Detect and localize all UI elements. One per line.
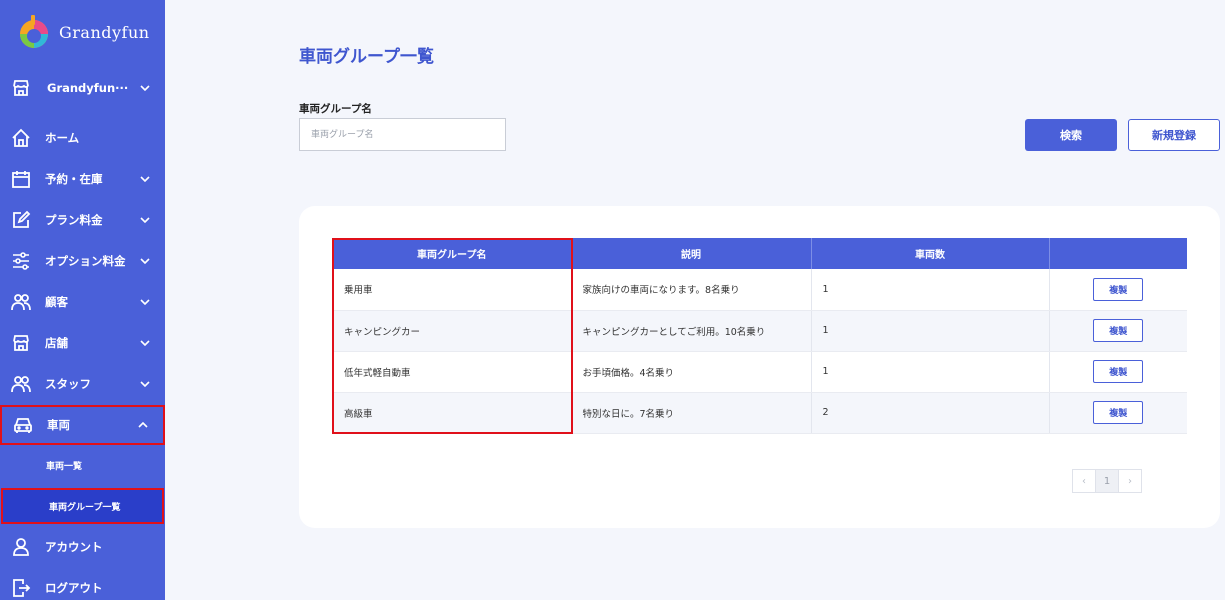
vehicle-group-name-input[interactable]	[299, 118, 506, 151]
chevron-down-icon	[139, 255, 151, 267]
sidebar-item-label: プラン料金	[45, 213, 103, 227]
cell-count: 1	[811, 351, 1050, 393]
cell-name: キャンピングカー	[333, 310, 572, 352]
sidebar-item-logout[interactable]: ログアウト	[0, 568, 165, 600]
cell-count: 1	[811, 310, 1050, 352]
sidebar-item-label: オプション料金	[45, 254, 126, 268]
column-header-actions	[1049, 238, 1187, 269]
table-header-row: 車両グループ名 説明 車両数	[333, 238, 1187, 269]
sidebar-item-label: 予約・在庫	[45, 172, 103, 186]
users-icon	[10, 373, 32, 395]
user-icon	[10, 536, 32, 558]
cell-actions: 複製	[1049, 310, 1187, 352]
column-header-description[interactable]: 説明	[571, 238, 812, 269]
chevron-down-icon	[139, 378, 151, 390]
sidebar-subitem-label: 車両一覧	[46, 461, 83, 472]
cell-description: お手頃価格。4名乗り	[571, 351, 812, 393]
cell-description: 特別な日に。7名乗り	[571, 392, 812, 434]
cell-count: 2	[811, 392, 1050, 434]
app-logo[interactable]: Grandyfun	[15, 14, 150, 50]
table-row[interactable]: キャンピングカー キャンピングカーとしてご利用。10名乗り 1 複製	[333, 310, 1187, 352]
sidebar-item-label: アカウント	[45, 540, 103, 554]
sidebar-item-label: スタッフ	[45, 377, 91, 391]
pagination: ‹ 1 ›	[1072, 469, 1142, 493]
sidebar-subitem-label: 車両グループ一覧	[49, 502, 121, 513]
sidebar-item-reservation[interactable]: 予約・在庫	[0, 159, 165, 199]
sidebar-item-option-price[interactable]: オプション料金	[0, 241, 165, 281]
home-icon	[10, 127, 32, 149]
cell-name: 低年式軽自動車	[333, 351, 572, 393]
cell-actions: 複製	[1049, 392, 1187, 434]
pagination-next-button[interactable]: ›	[1118, 469, 1142, 493]
filter-label: 車両グループ名	[299, 103, 372, 115]
duplicate-button[interactable]: 複製	[1093, 319, 1144, 342]
duplicate-button[interactable]: 複製	[1093, 360, 1144, 383]
chevron-up-icon	[137, 419, 149, 431]
edit-icon	[10, 209, 32, 231]
users-icon	[10, 291, 32, 313]
pagination-prev-button[interactable]: ‹	[1072, 469, 1096, 493]
column-header-name[interactable]: 車両グループ名	[333, 238, 572, 269]
sidebar-item-home[interactable]: ホーム	[0, 118, 165, 158]
chevron-down-icon	[139, 337, 151, 349]
table-row[interactable]: 高級車 特別な日に。7名乗り 2 複製	[333, 392, 1187, 434]
cell-description: 家族向けの車両になります。8名乗り	[571, 269, 812, 311]
table-row[interactable]: 乗用車 家族向けの車両になります。8名乗り 1 複製	[333, 269, 1187, 311]
search-button[interactable]: 検索	[1025, 119, 1117, 151]
logo-icon	[20, 15, 48, 48]
store-icon	[10, 77, 32, 99]
sidebar-item-label: 店舗	[45, 336, 68, 350]
table-row[interactable]: 低年式軽自動車 お手頃価格。4名乗り 1 複製	[333, 351, 1187, 393]
chevron-down-icon	[139, 82, 151, 94]
store-selector-label: Grandyfun···	[47, 81, 129, 95]
cell-actions: 複製	[1049, 269, 1187, 311]
store-selector[interactable]: Grandyfun···	[0, 68, 165, 108]
chevron-down-icon	[139, 296, 151, 308]
cell-name: 高級車	[333, 392, 572, 434]
sidebar-item-account[interactable]: アカウント	[0, 527, 165, 567]
duplicate-button[interactable]: 複製	[1093, 277, 1144, 301]
car-icon	[12, 414, 34, 436]
sidebar-subitem-vehicle-list[interactable]: 車両一覧	[0, 447, 165, 483]
sidebar-item-label: 顧客	[45, 295, 68, 309]
logout-icon	[10, 577, 32, 599]
duplicate-button[interactable]: 複製	[1093, 401, 1144, 424]
sidebar-item-label: 車両	[47, 418, 70, 432]
sidebar-item-label: ホーム	[45, 131, 80, 145]
app-name: Grandyfun	[59, 22, 150, 42]
sidebar-item-vehicles[interactable]: 車両	[0, 405, 165, 445]
sidebar-item-label: ログアウト	[45, 581, 103, 595]
new-registration-button[interactable]: 新規登録	[1128, 119, 1220, 151]
cell-actions: 複製	[1049, 351, 1187, 393]
calendar-icon	[10, 168, 32, 190]
page-title: 車両グループ一覧	[299, 47, 434, 67]
sidebar-item-plan-price[interactable]: プラン料金	[0, 200, 165, 240]
store-icon	[10, 332, 32, 354]
cell-description: キャンピングカーとしてご利用。10名乗り	[571, 310, 812, 352]
column-header-count[interactable]: 車両数	[811, 238, 1050, 269]
sidebar-item-staff[interactable]: スタッフ	[0, 364, 165, 404]
sidebar-item-customers[interactable]: 顧客	[0, 282, 165, 322]
vehicle-group-table: 車両グループ名 説明 車両数 乗用車 家族向けの車両になります。8名乗り 1 複…	[333, 238, 1187, 434]
sliders-icon	[10, 250, 32, 272]
chevron-down-icon	[139, 173, 151, 185]
pagination-page-current[interactable]: 1	[1095, 469, 1119, 493]
sidebar-subitem-vehicle-group-list[interactable]: 車両グループ一覧	[1, 488, 164, 524]
cell-name: 乗用車	[333, 269, 572, 311]
cell-count: 1	[811, 269, 1050, 311]
chevron-down-icon	[139, 214, 151, 226]
sidebar: Grandyfun Grandyfun··· ホーム 予約・在庫 プラン料金 オ…	[0, 0, 165, 600]
sidebar-item-stores[interactable]: 店舗	[0, 323, 165, 363]
